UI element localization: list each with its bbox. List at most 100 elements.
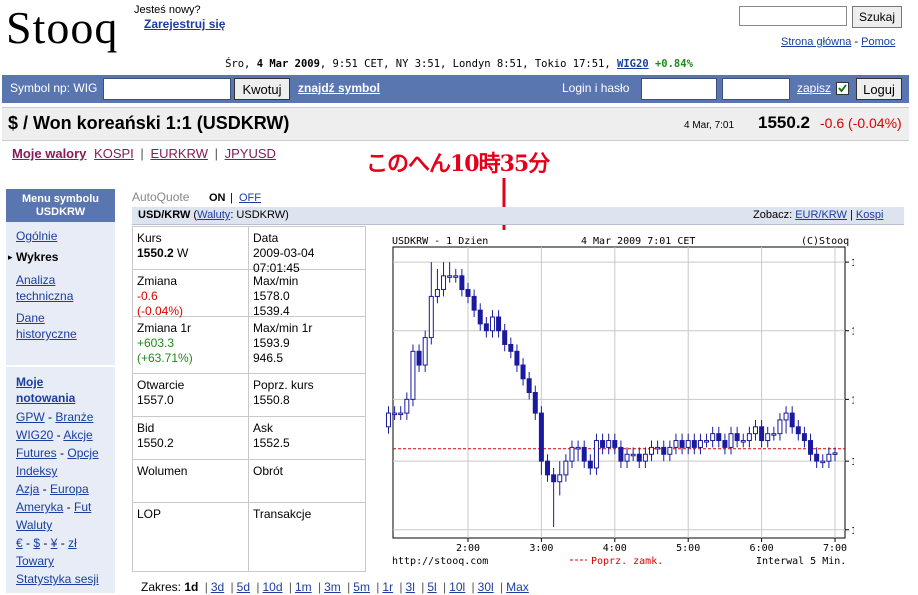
find-symbol-link[interactable]: znajdź symbol [298, 77, 380, 99]
quote-date: 4 Mar, 7:01 [684, 120, 735, 131]
quote-value: 1550.2 [137, 436, 174, 450]
candle-body [483, 323, 489, 332]
candle-body [722, 440, 728, 448]
remember-checkbox[interactable] [836, 82, 849, 95]
see-kospi-link[interactable]: Kospi [856, 209, 884, 221]
range-3d[interactable]: 3d [211, 580, 224, 594]
range-1d[interactable]: 1d [184, 580, 198, 594]
range-10d[interactable]: 10d [262, 580, 282, 594]
candle-body [765, 433, 771, 442]
quote-label: Zmiana [137, 274, 178, 288]
sidebar-item-chart[interactable]: Wykres [16, 249, 58, 265]
candle-body [593, 440, 599, 469]
link-wig20[interactable]: WIG20 [16, 428, 53, 442]
link-stocks[interactable]: Akcje [63, 428, 92, 442]
currencies-link[interactable]: Waluty [197, 209, 230, 221]
link-europe[interactable]: Europa [50, 482, 89, 496]
my-quotes-title[interactable]: Moje notowania [16, 374, 75, 406]
range-5m[interactable]: 5m [353, 580, 370, 594]
login-button[interactable]: Loguj [856, 78, 902, 100]
range-10l[interactable]: 10l [449, 580, 465, 594]
link-options[interactable]: Opcje [67, 446, 98, 460]
sidebar-item-analysis[interactable]: Analiza techniczna [16, 272, 73, 304]
quote-cell: Poprz. kurs 1550.8 [249, 374, 366, 417]
status-index-change: +0.84% [654, 58, 693, 70]
quote-label: Data [253, 231, 279, 245]
search-input[interactable] [739, 6, 847, 26]
candle-body [477, 309, 483, 325]
nav-kospi[interactable]: KOSPI [94, 146, 134, 161]
link-currencies[interactable]: Waluty [16, 518, 52, 532]
link-eur[interactable]: € [16, 536, 23, 550]
autoquote-off[interactable]: OFF [239, 192, 261, 204]
symbol-input[interactable] [103, 78, 231, 100]
market-links: GPW - Branże WIG20 - Akcje Futures - Opc… [16, 410, 99, 586]
nav-jpyusd[interactable]: JPYUSD [225, 146, 276, 161]
candle-body [826, 453, 832, 462]
quote-button[interactable]: Kwotuj [234, 78, 290, 100]
candle-body [685, 440, 691, 448]
candle-body [697, 440, 703, 448]
help-link[interactable]: Pomoc [861, 36, 895, 48]
link-sectors[interactable]: Branże [55, 410, 93, 424]
see-eurkrw-link[interactable]: EUR/KRW [795, 209, 847, 221]
pair-suffix: : USDKRW) [230, 209, 289, 221]
password-input[interactable] [722, 78, 790, 100]
instrument-title: $ / Won koreański 1:1 (USDKRW) [8, 113, 290, 133]
candle-body [777, 419, 783, 435]
quote-table-header: USD/KRW (Waluty: USDKRW) Zobacz: EUR/KRW… [132, 207, 904, 225]
login-input[interactable] [641, 78, 717, 100]
link-asia[interactable]: Azja [16, 482, 39, 496]
check-icon [838, 84, 847, 93]
autoquote-on[interactable]: ON [209, 192, 226, 204]
link-commodities[interactable]: Towary [16, 554, 54, 568]
stooq-logo[interactable]: Stooq [6, 2, 118, 54]
sidebar-item-historical[interactable]: Dane historyczne [16, 310, 77, 342]
nav-my-portfolio[interactable]: Moje walory [12, 146, 86, 161]
link-session-stats[interactable]: Statystyka sesji [16, 572, 99, 586]
login-label-text: Login i hasło [562, 81, 630, 95]
sidebar-item-historical-line1: Dane [16, 311, 45, 325]
x-tick-label: 3:00 [529, 543, 553, 554]
remember-link[interactable]: zapisz [797, 77, 831, 99]
candle-body [410, 350, 416, 400]
link-fut[interactable]: Fut [74, 500, 91, 514]
candle-body [459, 275, 465, 291]
market-status-line: Śro, 4 Mar 2009, 9:51 CET, NY 3:51, Lond… [0, 58, 918, 70]
sidebar-item-overview[interactable]: Ogólnie [16, 228, 57, 244]
link-usd[interactable]: $ [33, 536, 40, 550]
range-5d[interactable]: 5d [237, 580, 250, 594]
range-3m[interactable]: 3m [324, 580, 341, 594]
candle-body [636, 453, 642, 462]
candle-body [832, 452, 838, 455]
range-label: Zakres: [141, 580, 185, 594]
candle-body [716, 433, 722, 442]
range-max[interactable]: Max [506, 580, 529, 594]
range-5l[interactable]: 5l [427, 580, 436, 594]
login-label: Login i hasło [562, 77, 629, 99]
link-indices[interactable]: Indeksy [16, 464, 57, 478]
nav-separator: | [140, 146, 144, 161]
link-america[interactable]: Ameryka [16, 500, 63, 514]
quote-cell: Max/min 1578.0 1539.4 [249, 270, 366, 318]
link-jpy[interactable]: ¥ [51, 536, 58, 550]
home-link[interactable]: Strona główna [781, 36, 851, 48]
link-futures[interactable]: Futures [16, 446, 57, 460]
range-3l[interactable]: 3l [406, 580, 415, 594]
pair-name: USD/KRW [138, 209, 191, 221]
quote-cell: LOP [132, 503, 249, 572]
candle-body [710, 433, 716, 442]
range-1m[interactable]: 1m [295, 580, 312, 594]
range-30l[interactable]: 30l [478, 580, 494, 594]
register-link[interactable]: Zarejestruj się [144, 17, 225, 31]
quote-cell: Wolumen [132, 460, 249, 503]
link-gpw[interactable]: GPW [16, 410, 45, 424]
search-button[interactable]: Szukaj [852, 6, 902, 28]
nav-separator: | [214, 146, 218, 161]
link-pln[interactable]: zł [68, 536, 77, 550]
candle-body [441, 275, 447, 291]
quote-cell: Zmiana -0.6 (-0.04%) [132, 270, 249, 318]
nav-eurkrw[interactable]: EURKRW [150, 146, 208, 161]
status-index-link[interactable]: WIG20 [617, 58, 649, 70]
range-1r[interactable]: 1r [382, 580, 393, 594]
